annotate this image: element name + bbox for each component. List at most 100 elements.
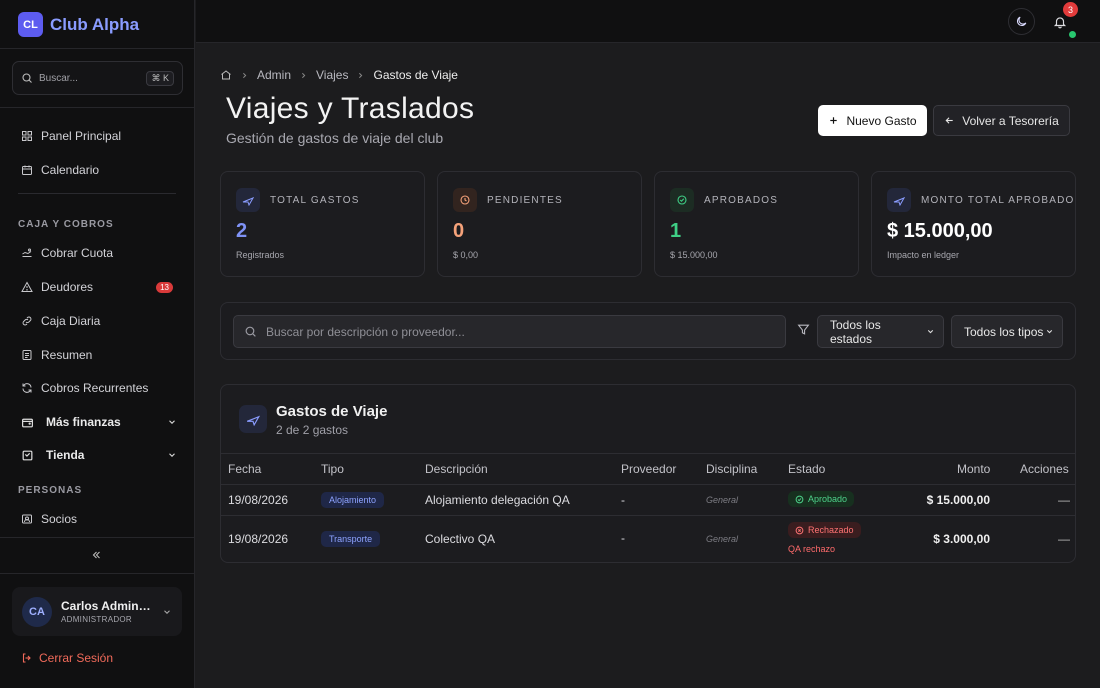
bell-icon xyxy=(1053,15,1067,29)
sidebar-item-label: Calendario xyxy=(41,163,100,177)
user-name: Carlos Administrador xyxy=(61,599,151,613)
arrow-left-icon xyxy=(944,115,955,126)
x-circle-icon xyxy=(795,526,804,535)
column-header-monto[interactable]: Monto xyxy=(957,462,990,476)
section-label-caja: CAJA Y COBROS xyxy=(18,219,114,230)
type-badge: Alojamiento xyxy=(321,492,385,508)
calendar-icon xyxy=(21,164,33,176)
column-header-tipo[interactable]: Tipo xyxy=(321,462,344,476)
sidebar-item-deudores[interactable]: Deudores 13 xyxy=(12,273,183,301)
sidebar-item-socios[interactable]: Socios xyxy=(12,505,183,533)
stat-value: 2 xyxy=(236,220,248,242)
chevron-down-icon xyxy=(1045,327,1054,336)
breadcrumb: Admin Viajes Gastos de Viaje xyxy=(220,68,458,82)
column-header-descripcion[interactable]: Descripción xyxy=(425,462,488,476)
search-placeholder: Buscar... xyxy=(39,72,78,84)
plane-icon xyxy=(887,188,911,212)
clock-icon xyxy=(453,188,477,212)
sidebar-item-label: Resumen xyxy=(41,348,93,362)
status-label: Rechazado xyxy=(808,525,854,535)
status-select-value: Todos los estados xyxy=(830,317,881,346)
filters-bar: Buscar por descripción o proveedor... To… xyxy=(220,302,1076,360)
filter-icon xyxy=(797,323,810,336)
check-circle-icon xyxy=(795,495,804,504)
avatar: CA xyxy=(22,596,52,627)
breadcrumb-admin[interactable]: Admin xyxy=(257,68,291,82)
expense-search-input[interactable]: Buscar por descripción o proveedor... xyxy=(233,315,786,348)
sidebar-group-mas-finanzas[interactable]: Más finanzas xyxy=(12,408,183,436)
sidebar-item-panel-principal[interactable]: Panel Principal xyxy=(12,122,183,150)
check-circle-icon xyxy=(670,188,694,212)
sidebar-item-label: Socios xyxy=(41,512,78,526)
chevron-down-icon xyxy=(162,607,172,617)
link-icon xyxy=(21,315,33,327)
table-title: Gastos de Viaje xyxy=(276,403,388,420)
status-badge: Aprobado xyxy=(788,491,855,507)
online-status-dot xyxy=(1069,31,1076,38)
logout-button[interactable]: Cerrar Sesión xyxy=(21,651,113,665)
type-filter-select[interactable]: Todos los tipos xyxy=(951,315,1063,348)
search-shortcut: ⌘ K xyxy=(146,70,174,86)
breadcrumb-current: Gastos de Viaje xyxy=(373,68,458,82)
cell-monto: $ 3.000,00 xyxy=(933,532,990,546)
moon-icon xyxy=(1015,15,1028,28)
stat-value: 0 xyxy=(453,220,465,242)
status-badge: Rechazado xyxy=(788,522,861,538)
sidebar-group-tienda[interactable]: Tienda xyxy=(12,441,183,469)
divider xyxy=(0,107,195,108)
section-label-personas: PERSONAS xyxy=(18,485,83,496)
collapse-sidebar-icon[interactable] xyxy=(90,549,102,561)
sidebar-item-label: Caja Diaria xyxy=(41,314,101,328)
theme-toggle-button[interactable] xyxy=(1008,8,1035,35)
stat-label: PENDIENTES xyxy=(487,195,563,206)
search-icon xyxy=(244,325,257,338)
breadcrumb-viajes[interactable]: Viajes xyxy=(316,68,348,82)
column-header-fecha[interactable]: Fecha xyxy=(228,462,261,476)
refresh-icon xyxy=(21,382,33,394)
sidebar-item-caja-diaria[interactable]: Caja Diaria xyxy=(12,307,183,335)
page-subtitle: Gestión de gastos de viaje del club xyxy=(226,130,444,146)
user-menu[interactable]: CA Carlos Administrador ADMINISTRADOR xyxy=(12,587,182,636)
chevron-down-icon xyxy=(926,327,935,336)
warning-icon xyxy=(21,281,33,293)
cell-fecha: 19/08/2026 xyxy=(228,532,289,546)
user-role: ADMINISTRADOR xyxy=(61,615,133,624)
wallet-icon xyxy=(21,416,34,429)
stat-label: APROBADOS xyxy=(704,195,779,206)
table-subtitle: 2 de 2 gastos xyxy=(276,423,349,437)
table-row[interactable]: 19/08/2026 Transporte Colectivo QA - Gen… xyxy=(221,516,1075,562)
rejection-reason: QA rechazo xyxy=(788,544,836,554)
status-filter-select[interactable]: Todos los estados xyxy=(817,315,944,348)
column-header-disciplina[interactable]: Disciplina xyxy=(706,462,757,476)
expenses-table-card: Gastos de Viaje 2 de 2 gastos Fecha Tipo… xyxy=(220,384,1076,563)
cell-monto: $ 15.000,00 xyxy=(926,493,990,507)
sidebar-item-cobrar-cuota[interactable]: Cobrar Cuota xyxy=(12,239,183,267)
table-row[interactable]: 19/08/2026 Alojamiento Alojamiento deleg… xyxy=(221,485,1075,516)
home-icon[interactable] xyxy=(220,69,232,81)
sidebar-item-calendario[interactable]: Calendario xyxy=(12,156,183,184)
column-header-estado[interactable]: Estado xyxy=(788,462,825,476)
id-card-icon xyxy=(21,513,33,525)
table-header: Fecha Tipo Descripción Proveedor Discipl… xyxy=(221,453,1075,485)
stat-card-aprobados: APROBADOS 1 $ 15.000,00 xyxy=(654,171,859,277)
sidebar-item-label: Cobros Recurrentes xyxy=(41,381,149,395)
plane-icon xyxy=(239,405,267,433)
brand-name: Club Alpha xyxy=(50,14,140,34)
column-header-proveedor[interactable]: Proveedor xyxy=(621,462,676,476)
sidebar-item-cobros-recurrentes[interactable]: Cobros Recurrentes xyxy=(12,374,183,402)
sidebar-item-resumen[interactable]: Resumen xyxy=(12,341,183,369)
new-expense-button[interactable]: Nuevo Gasto xyxy=(818,105,927,136)
cell-fecha: 19/08/2026 xyxy=(228,493,289,507)
brand[interactable]: CL Club Alpha xyxy=(18,12,139,37)
sidebar-item-label: Cobrar Cuota xyxy=(41,246,114,260)
divider xyxy=(0,48,195,49)
plane-icon xyxy=(236,188,260,212)
cell-acciones: — xyxy=(1058,532,1070,546)
stat-value: 1 xyxy=(670,220,682,242)
type-badge: Transporte xyxy=(321,531,381,547)
sidebar-search[interactable]: Buscar... ⌘ K xyxy=(12,61,183,95)
stat-value: $ 15.000,00 xyxy=(887,220,993,242)
new-expense-label: Nuevo Gasto xyxy=(846,113,917,128)
type-select-value: Todos los tipos xyxy=(964,324,1044,339)
back-to-treasury-button[interactable]: Volver a Tesorería xyxy=(933,105,1070,136)
